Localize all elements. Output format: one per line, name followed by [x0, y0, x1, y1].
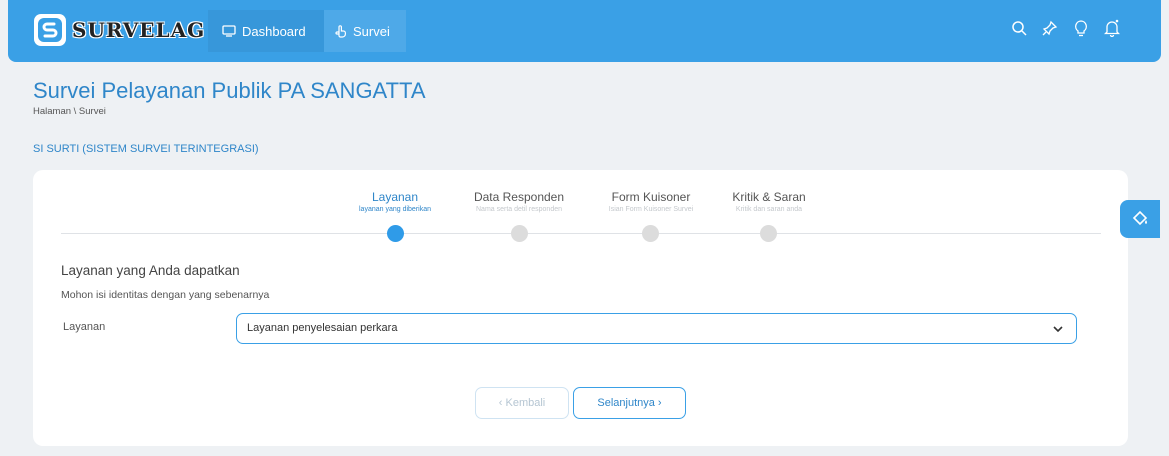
section-label: SI SURTI (SISTEM SURVEI TERINTEGRASI) — [33, 143, 259, 155]
step-layanan[interactable]: Layanan layanan yang diberikan — [330, 190, 460, 213]
nav-survei-label: Survei — [353, 23, 390, 39]
header-icons — [1010, 18, 1121, 38]
search-icon[interactable] — [1010, 18, 1028, 38]
step-dot-4[interactable] — [760, 225, 777, 242]
back-button[interactable]: ‹ Kembali — [475, 387, 569, 419]
main-nav: Dashboard Survei — [208, 10, 406, 52]
step-subtitle: Isian Form Kuisoner Survei — [608, 206, 694, 213]
monitor-icon — [222, 25, 236, 37]
lightbulb-icon[interactable] — [1072, 18, 1090, 38]
survey-card: Layanan layanan yang diberikan Data Resp… — [33, 170, 1128, 446]
step-dot-2[interactable] — [511, 225, 528, 242]
logo[interactable]: SURVELAG — [34, 10, 205, 50]
pin-icon[interactable] — [1041, 18, 1059, 38]
next-button[interactable]: Selanjutnya › — [573, 387, 686, 419]
step-subtitle: layanan yang diberikan — [359, 206, 431, 213]
nav-survei[interactable]: Survei — [324, 10, 406, 52]
form-title: Layanan yang Anda dapatkan — [61, 263, 240, 278]
hand-pointer-icon — [335, 25, 346, 38]
step-data-responden[interactable]: Data Responden Nama serta detil responde… — [454, 190, 584, 213]
step-form-kuisoner[interactable]: Form Kuisoner Isian Form Kuisoner Survei — [586, 190, 716, 213]
step-title: Form Kuisoner — [611, 190, 691, 204]
step-title: Data Responden — [473, 190, 565, 204]
form-subtitle: Mohon isi identitas dengan yang sebenarn… — [61, 289, 270, 301]
step-kritik-saran[interactable]: Kritik & Saran Kritik dan saran anda — [704, 190, 834, 213]
step-title: Kritik & Saran — [732, 190, 806, 204]
paint-bucket-icon — [1132, 210, 1148, 226]
theme-customizer-button[interactable] — [1120, 200, 1160, 238]
logo-mark-icon — [34, 14, 66, 46]
logo-text: SURVELAG — [72, 18, 206, 42]
step-dot-1[interactable] — [387, 225, 404, 242]
bell-icon[interactable] — [1103, 18, 1121, 38]
stepper-line — [61, 233, 1101, 234]
step-subtitle: Nama serta detil responden — [476, 206, 562, 213]
page-title: Survei Pelayanan Publik PA SANGATTA — [33, 78, 426, 103]
top-header: SURVELAG Dashboard Survei — [8, 0, 1161, 62]
nav-dashboard[interactable]: Dashboard — [208, 10, 324, 52]
step-title: Layanan — [371, 190, 419, 204]
step-subtitle: Kritik dan saran anda — [735, 206, 803, 213]
nav-dashboard-label: Dashboard — [242, 23, 306, 39]
breadcrumb: Halaman \ Survei — [33, 106, 106, 117]
chevron-down-icon — [1052, 322, 1064, 340]
layanan-label: Layanan — [63, 321, 106, 333]
step-dot-3[interactable] — [642, 225, 659, 242]
layanan-select[interactable]: Layanan penyelesaian perkara — [236, 313, 1077, 344]
layanan-select-value: Layanan penyelesaian perkara — [247, 322, 398, 334]
